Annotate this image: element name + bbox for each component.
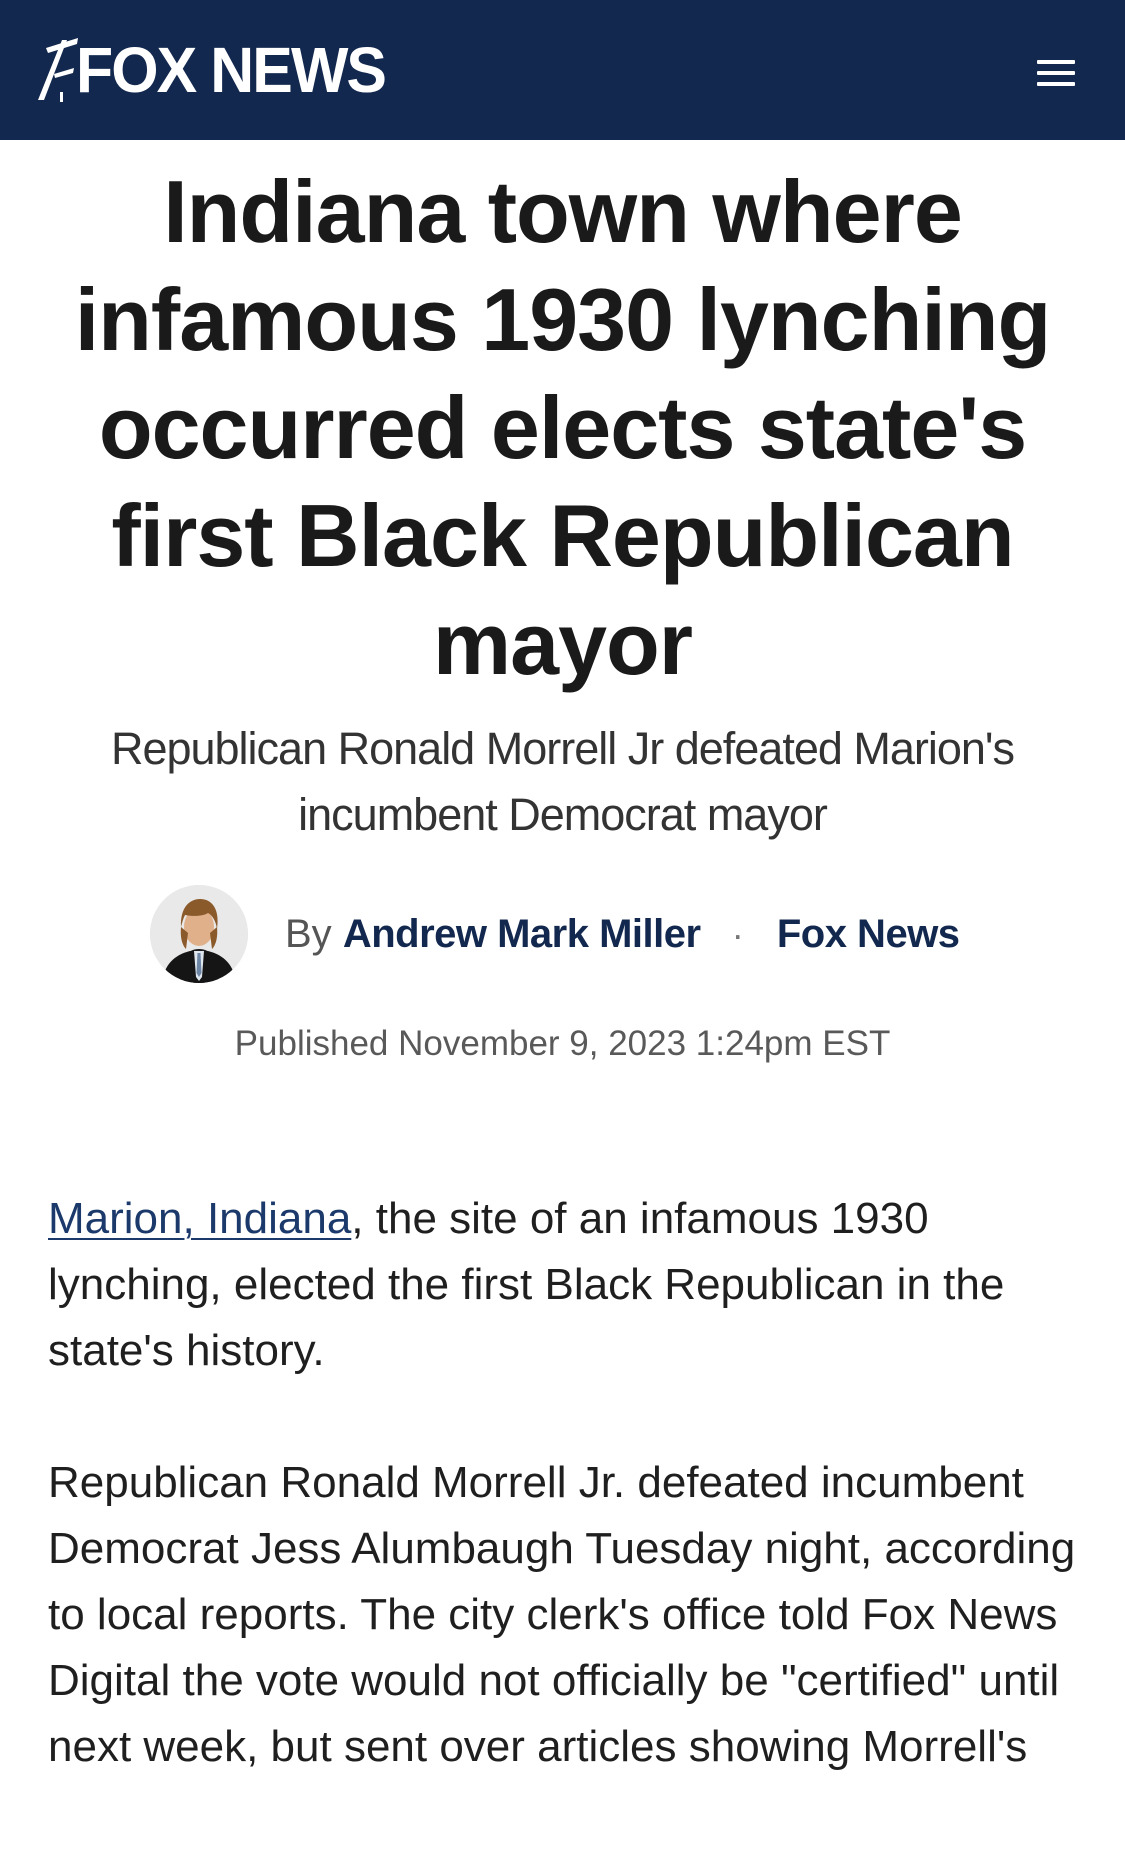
byline-separator: ·: [731, 913, 744, 955]
author-portrait-icon: [150, 885, 248, 983]
logo-text: FOX NEWS: [76, 34, 387, 106]
article-paragraph-1: Marion, Indiana, the site of an infamous…: [48, 1186, 1088, 1384]
article-subheadline: Republican Ronald Morrell Jr defeated Ma…: [110, 723, 1015, 840]
article-paragraph-2: Republican Ronald Morrell Jr. defeated i…: [48, 1458, 1076, 1771]
byline-text: By Andrew Mark Miller · Fox News: [285, 910, 960, 959]
published-timestamp: Published November 9, 2023 1:24pm EST: [234, 1024, 891, 1063]
fox-news-logo[interactable]: FOX NEWS: [34, 34, 401, 106]
hamburger-menu-icon[interactable]: [1037, 56, 1075, 88]
source-link[interactable]: Fox News: [777, 912, 960, 956]
site-header: FOX NEWS: [0, 0, 1125, 140]
byline: By Andrew Mark Miller · Fox News: [150, 884, 960, 984]
article-headline: Indiana town where infamous 1930 lynchin…: [74, 162, 1052, 693]
author-link[interactable]: Andrew Mark Miller: [343, 912, 701, 956]
author-avatar[interactable]: [150, 885, 248, 983]
by-label: By: [285, 911, 332, 956]
marion-indiana-link[interactable]: Marion, Indiana: [48, 1194, 351, 1243]
